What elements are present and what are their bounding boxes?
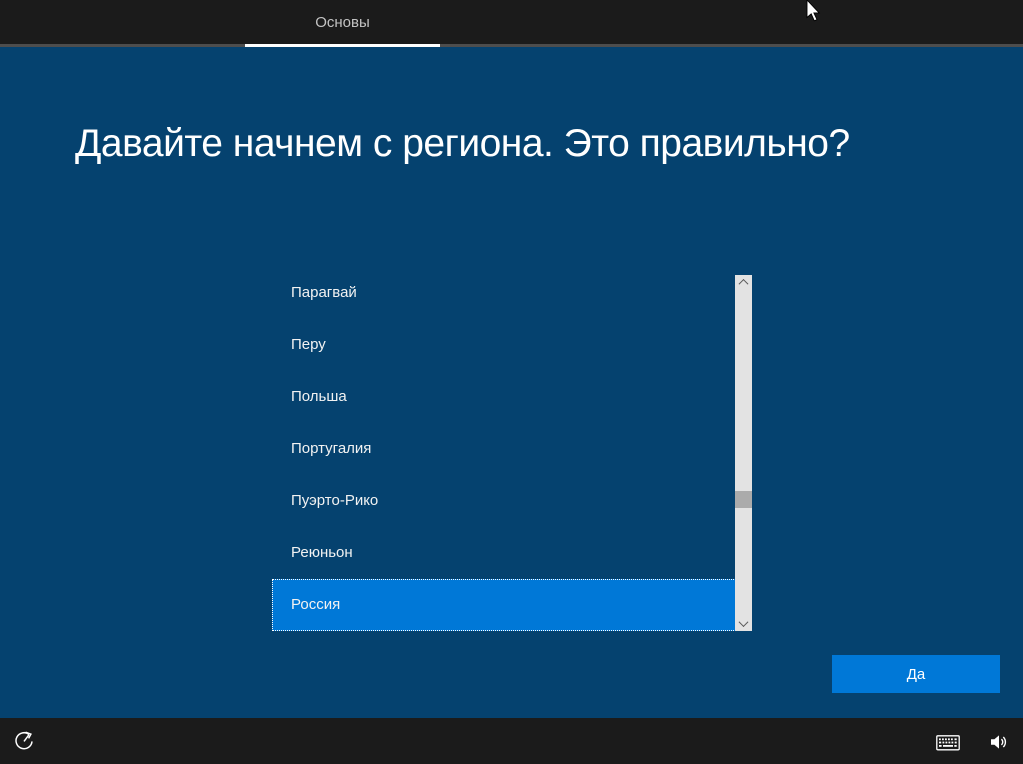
list-scrollbar[interactable]: [735, 275, 752, 631]
tab-basics-underline: [245, 44, 440, 47]
region-option[interactable]: Перу: [272, 319, 738, 371]
region-list: Парагвай Перу Польша Португалия Пуэрто-Р…: [272, 267, 738, 631]
ease-of-access-button[interactable]: [10, 728, 38, 756]
bottom-bar: [0, 718, 1023, 764]
scrollbar-thumb[interactable]: [735, 491, 752, 508]
scroll-up-button[interactable]: [735, 275, 752, 290]
oobe-screen: Основы Давайте начнем с региона. Это пра…: [0, 0, 1023, 764]
page-title: Давайте начнем с региона. Это правильно?: [75, 122, 850, 165]
keyboard-button[interactable]: [934, 733, 962, 755]
top-bar-border: [0, 44, 1023, 47]
region-option[interactable]: Реюньон: [272, 527, 738, 579]
region-option-selected[interactable]: Россия: [272, 579, 738, 631]
region-option[interactable]: Португалия: [272, 423, 738, 475]
keyboard-icon: [936, 734, 960, 754]
tab-basics: Основы: [315, 13, 370, 31]
region-option[interactable]: Парагвай: [272, 267, 738, 319]
region-option[interactable]: Польша: [272, 371, 738, 423]
yes-button[interactable]: Да: [832, 655, 1000, 693]
volume-button[interactable]: [986, 731, 1010, 755]
top-bar: [0, 0, 1023, 44]
ease-of-access-icon: [12, 729, 36, 756]
chevron-down-icon: [738, 617, 749, 628]
region-option[interactable]: Пуэрто-Рико: [272, 475, 738, 527]
scroll-down-button[interactable]: [735, 616, 752, 631]
volume-icon: [988, 732, 1008, 755]
chevron-up-icon: [738, 278, 749, 289]
